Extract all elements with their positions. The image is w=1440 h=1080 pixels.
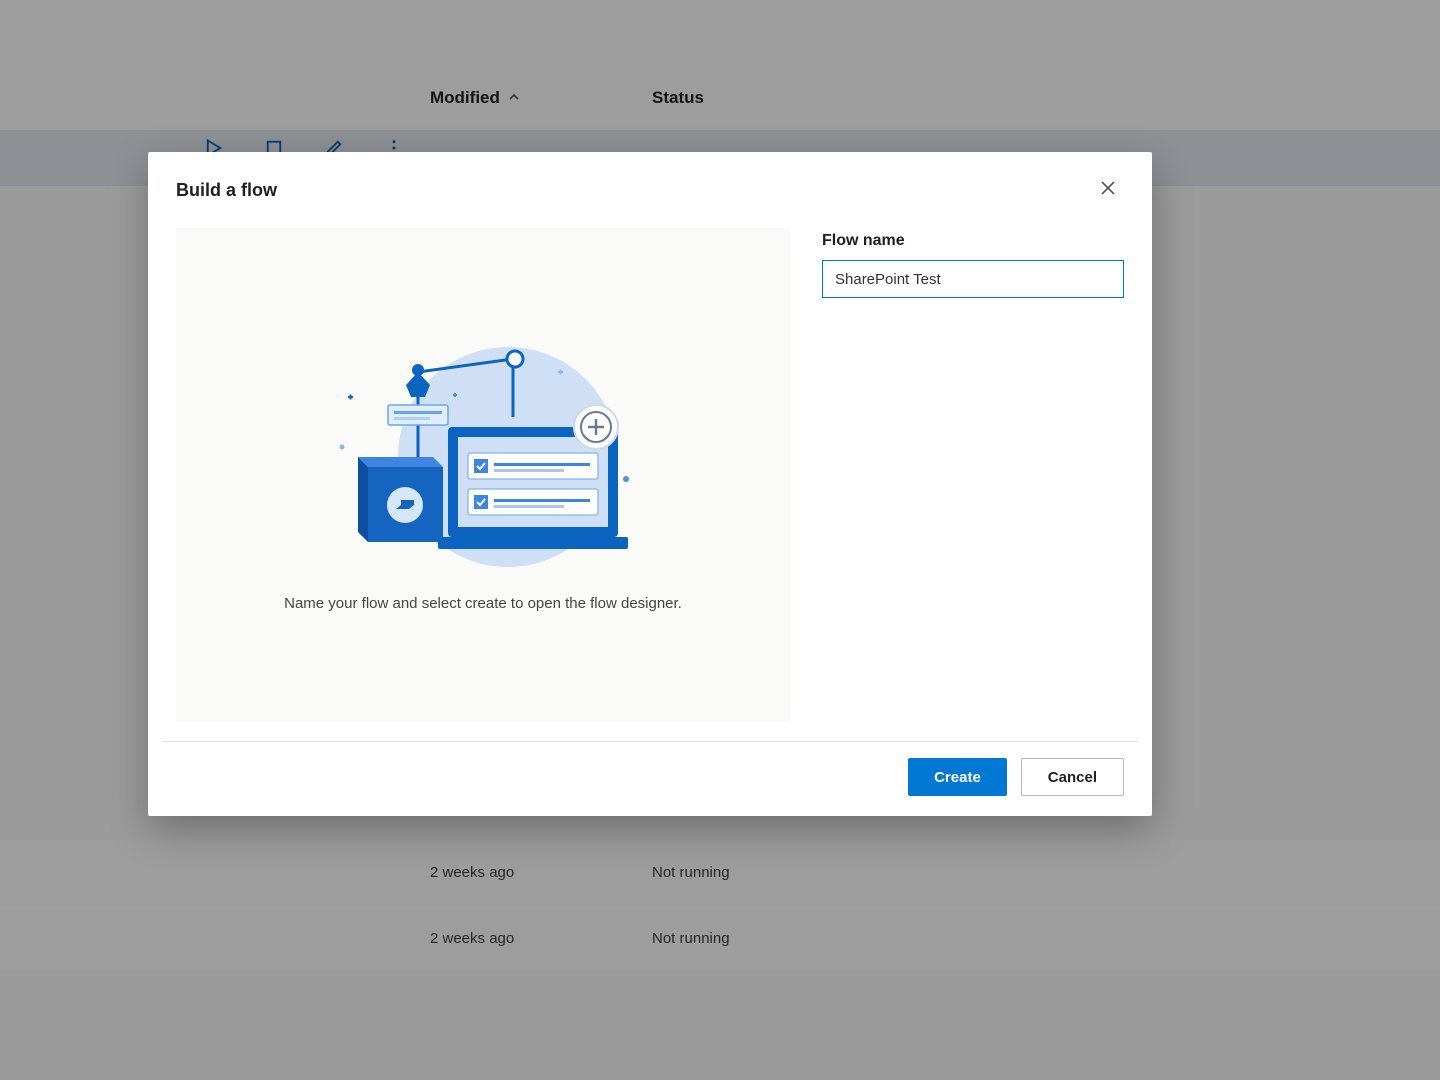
illustration-caption: Name your flow and select create to open…: [284, 595, 682, 612]
illustration-panel: Name your flow and select create to open…: [176, 228, 790, 721]
modal-title: Build a flow: [176, 180, 277, 201]
cancel-button[interactable]: Cancel: [1021, 758, 1124, 796]
modal-footer: Create Cancel: [162, 741, 1138, 816]
close-button[interactable]: [1092, 174, 1124, 206]
flow-illustration: [288, 337, 678, 567]
modal-header: Build a flow: [148, 152, 1152, 208]
flow-name-input[interactable]: [822, 260, 1124, 298]
build-flow-modal: Build a flow: [148, 152, 1152, 816]
modal-body: Name your flow and select create to open…: [148, 208, 1152, 741]
form-panel: Flow name: [822, 228, 1124, 721]
close-icon: [1100, 180, 1116, 201]
create-button[interactable]: Create: [908, 758, 1007, 796]
flow-name-label: Flow name: [822, 232, 1124, 250]
